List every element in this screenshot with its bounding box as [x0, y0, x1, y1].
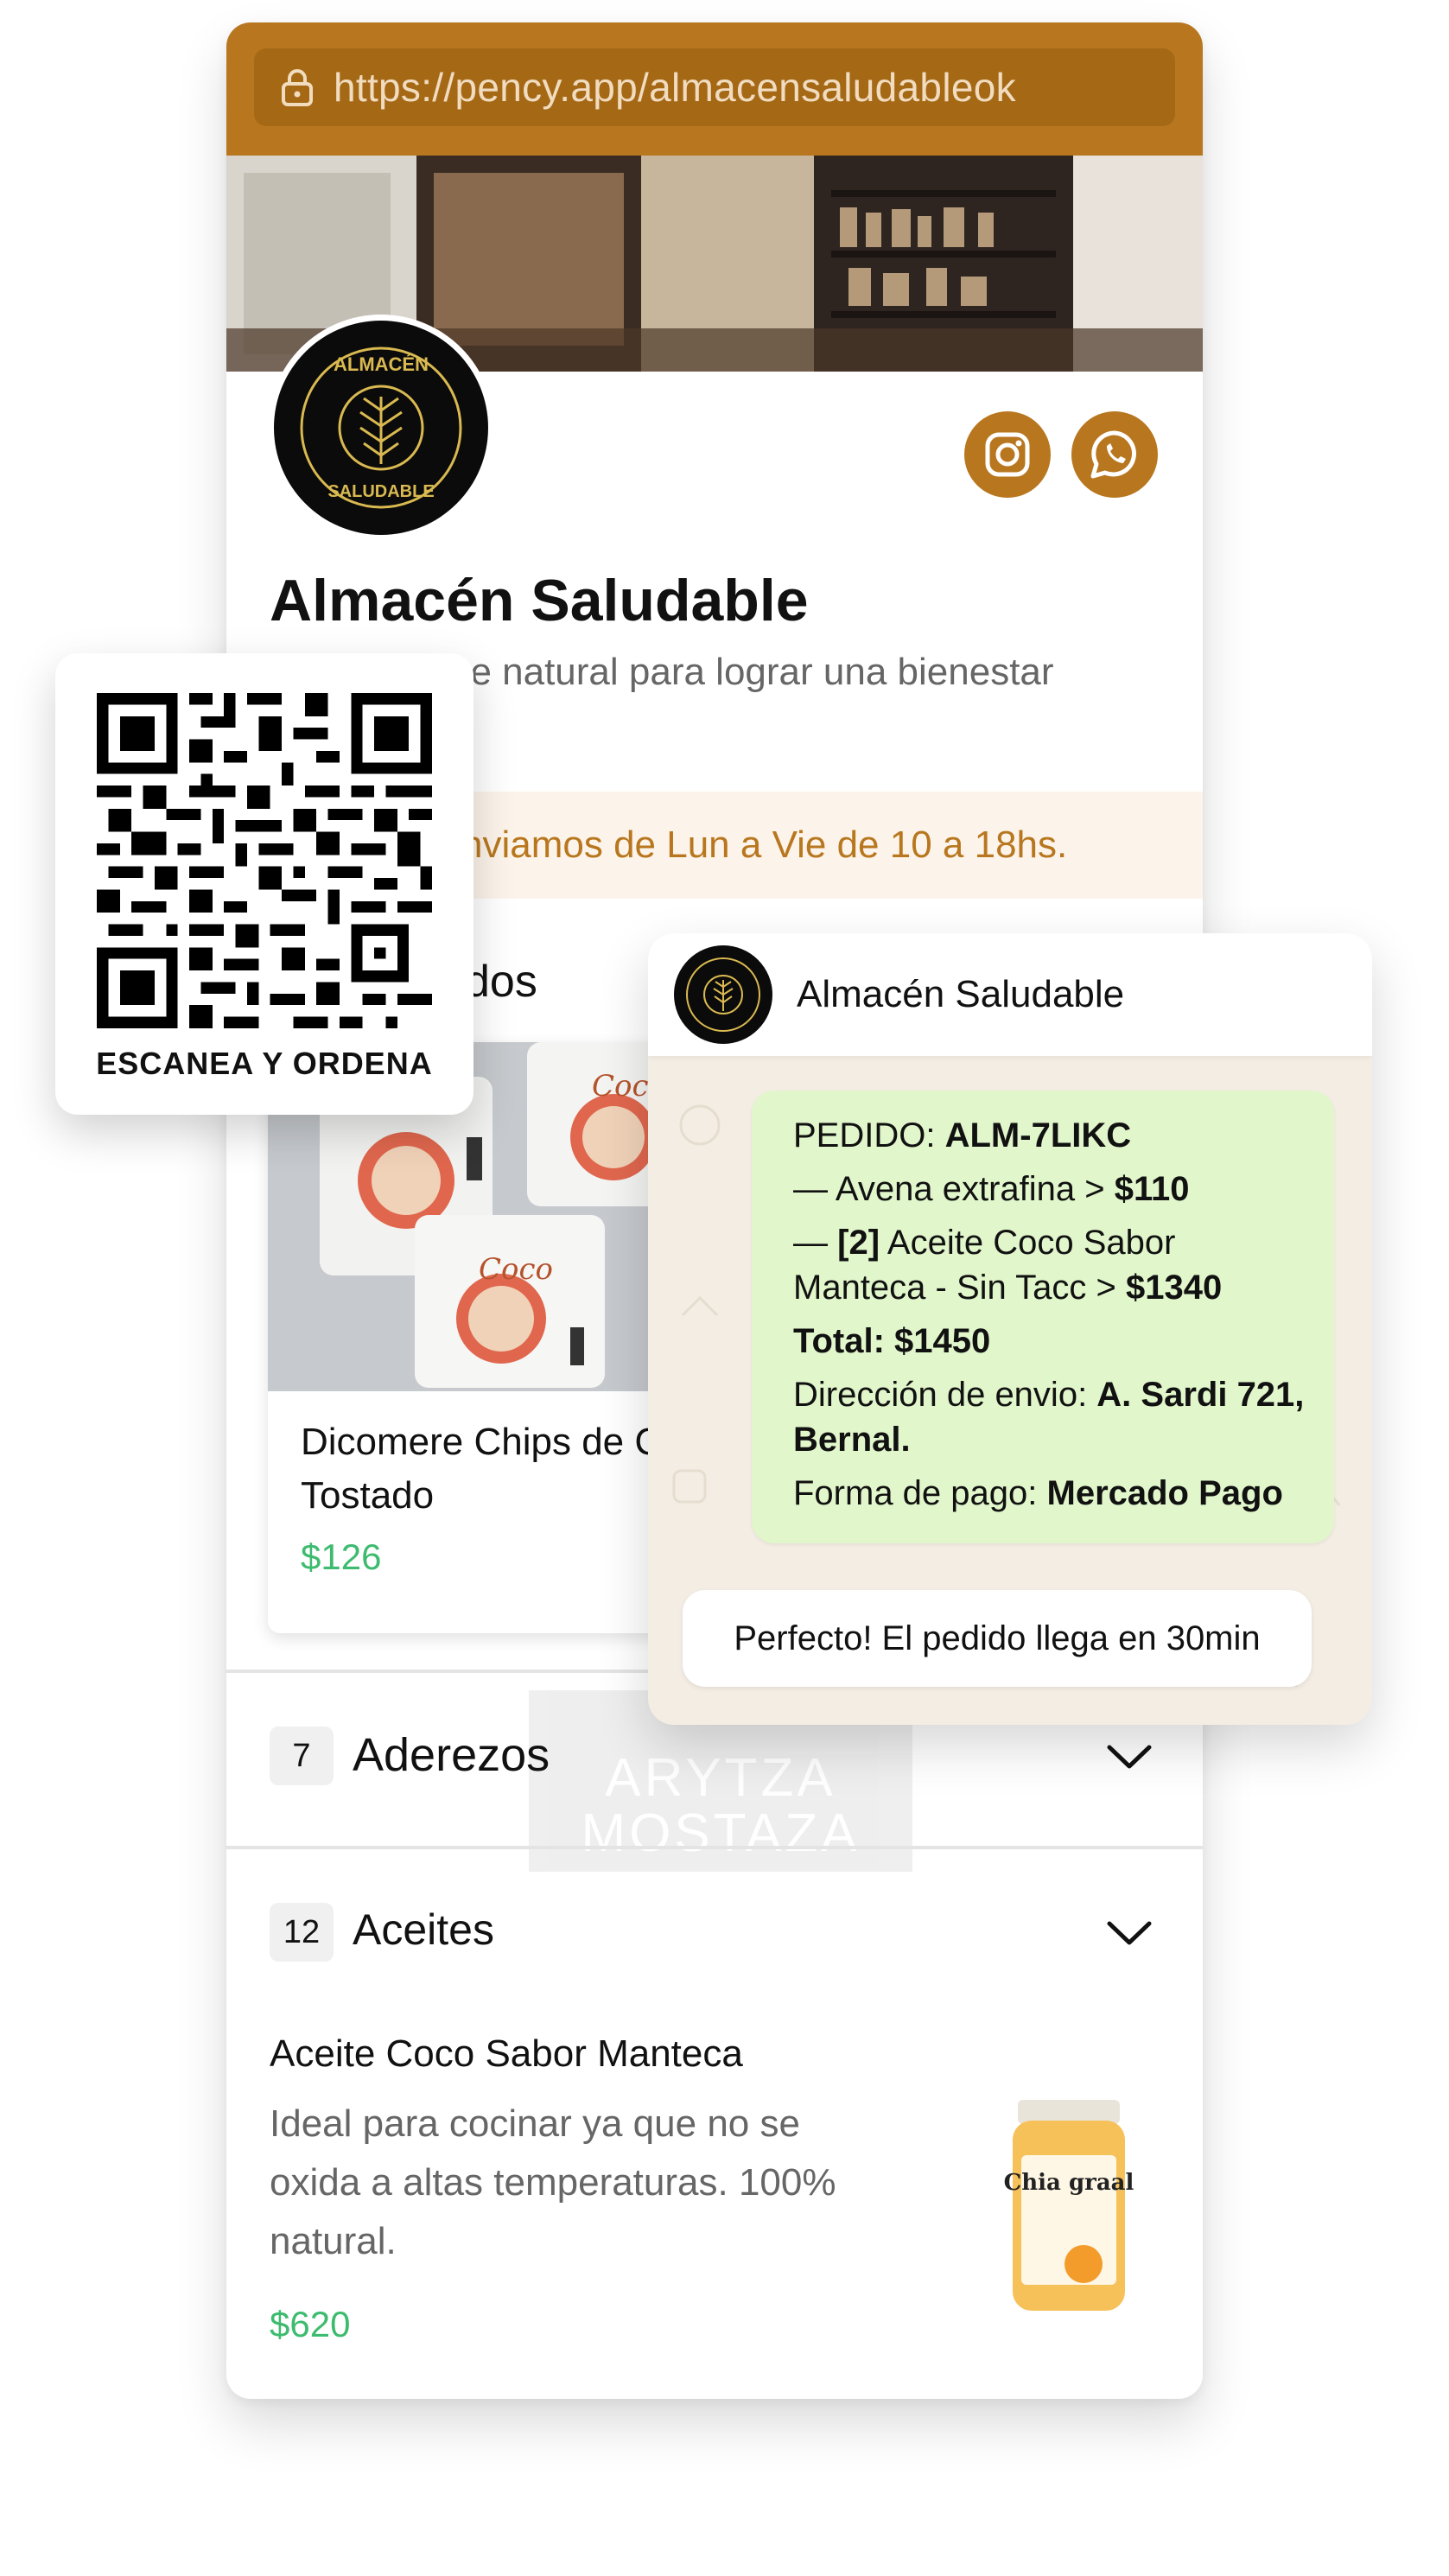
category-name: Aceites [353, 1905, 494, 1954]
category-count: 12 [270, 1903, 334, 1962]
whatsapp-chat-preview: Almacén Saludable PEDIDO: ALM-7LIKC — Av… [648, 933, 1372, 1725]
browser-url-bar: https://pency.app/almacensaludableok [226, 22, 1203, 156]
order-address: Dirección de envio: A. Sardi 721, Bernal… [793, 1376, 1305, 1459]
url-text: https://pency.app/almacensaludableok [334, 65, 1016, 110]
lock-icon [282, 69, 313, 106]
shipping-text: nviamos de Lun a Vie de 10 a 18hs. [461, 824, 1068, 866]
order-item-line: — [2] Aceite Coco Sabor Manteca - Sin Ta… [793, 1224, 1223, 1307]
item-image: Chia graal [1004, 2100, 1134, 2311]
chat-header: Almacén Saludable [648, 933, 1372, 1056]
qr-caption: ESCANEA Y ORDENA [96, 1046, 433, 1081]
contact-avatar [674, 945, 772, 1044]
order-total: Total: $1450 [793, 1322, 991, 1360]
item-price: $620 [270, 2304, 351, 2344]
store-logo-graphic: ALMACÉN SALUDABLE [274, 321, 488, 535]
chevron-down-icon[interactable] [1106, 1742, 1153, 1771]
svg-text:ALMACÉN: ALMACÉN [334, 353, 429, 375]
chevron-down-icon[interactable] [1106, 1918, 1153, 1948]
item-title[interactable]: Aceite Coco Sabor Manteca [270, 2032, 743, 2076]
category-name: Aderezos [353, 1729, 550, 1781]
category-count: 7 [270, 1727, 334, 1785]
order-message-bubble: PEDIDO: ALM-7LIKC — Avena extrafina > $1… [752, 1091, 1334, 1543]
store-name: Almacén Saludable [270, 568, 809, 633]
svg-text:SALUDABLE: SALUDABLE [327, 482, 434, 501]
whatsapp-button[interactable] [1071, 411, 1158, 498]
qr-code[interactable] [97, 693, 432, 1028]
instagram-button[interactable] [964, 411, 1051, 498]
reply-message-bubble: Perfecto! El pedido llega en 30min [683, 1590, 1312, 1687]
svg-text:Coco: Coco [479, 1252, 553, 1287]
svg-text:Chia graal: Chia graal [1004, 2170, 1134, 2196]
order-payment: Forma de pago: Mercado Pago [793, 1474, 1283, 1512]
product-price: $126 [301, 1536, 382, 1577]
category-row-aceites[interactable]: 12 Aceites [226, 1849, 1203, 2022]
instagram-icon [985, 432, 1030, 477]
order-code-line: PEDIDO: ALM-7LIKC [793, 1116, 1132, 1154]
order-item-line: — Avena extrafina > $110 [793, 1170, 1190, 1208]
chat-contact-name: Almacén Saludable [797, 973, 1125, 1015]
featured-section-title: dos [465, 957, 537, 1007]
qr-card[interactable]: ESCANEA Y ORDENA [55, 653, 473, 1115]
store-logo: ALMACÉN SALUDABLE [268, 315, 494, 541]
url-field[interactable]: https://pency.app/almacensaludableok [254, 48, 1175, 126]
item-description: Ideal para cocinar ya que no se oxida a … [270, 2102, 836, 2262]
whatsapp-icon [1090, 430, 1136, 479]
